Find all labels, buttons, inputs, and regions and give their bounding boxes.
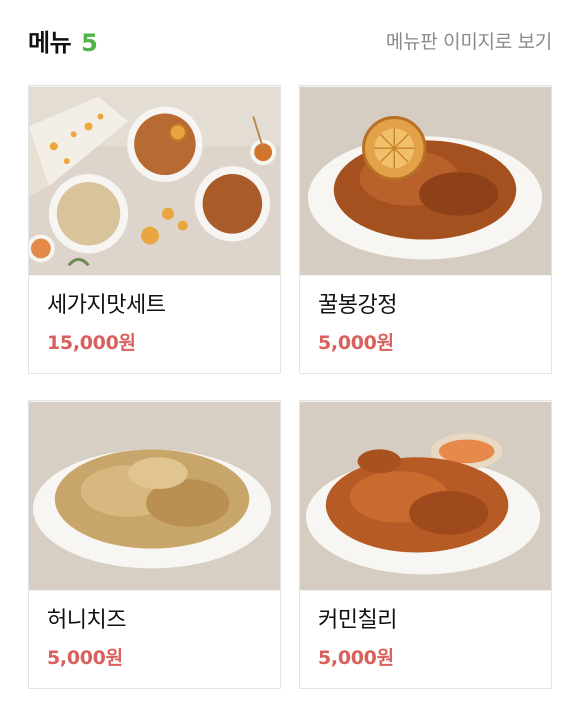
menu-item-price: 5,000원 <box>318 332 394 354</box>
menu-item-card[interactable]: 허니치즈 5,000원 <box>28 400 281 689</box>
menu-item-photo <box>300 401 551 591</box>
menu-count: 5 <box>81 28 98 57</box>
menu-item-photo <box>29 401 280 591</box>
view-menu-board-link[interactable]: 메뉴판 이미지로 보기 <box>386 27 552 54</box>
menu-item-price: 5,000원 <box>318 647 394 669</box>
menu-item-price: 5,000원 <box>47 647 123 669</box>
menu-item-photo <box>29 86 280 276</box>
menu-item-card[interactable]: 꿀봉강정 5,000원 <box>299 85 552 374</box>
menu-header: 메뉴 5 메뉴판 이미지로 보기 <box>28 20 552 60</box>
menu-item-name: 세가지맛세트 <box>47 293 166 318</box>
menu-item-name: 꿀봉강정 <box>318 293 397 318</box>
menu-title: 메뉴 <box>28 28 72 57</box>
menu-item-price: 15,000원 <box>47 332 136 354</box>
menu-heading: 메뉴 5 <box>28 23 98 58</box>
menu-item-card[interactable]: 세가지맛세트 15,000원 <box>28 85 281 374</box>
menu-item-name: 허니치즈 <box>47 608 126 633</box>
menu-item-photo <box>300 86 551 276</box>
menu-item-card[interactable]: 커민칠리 5,000원 <box>299 400 552 689</box>
menu-item-name: 커민칠리 <box>318 608 397 633</box>
